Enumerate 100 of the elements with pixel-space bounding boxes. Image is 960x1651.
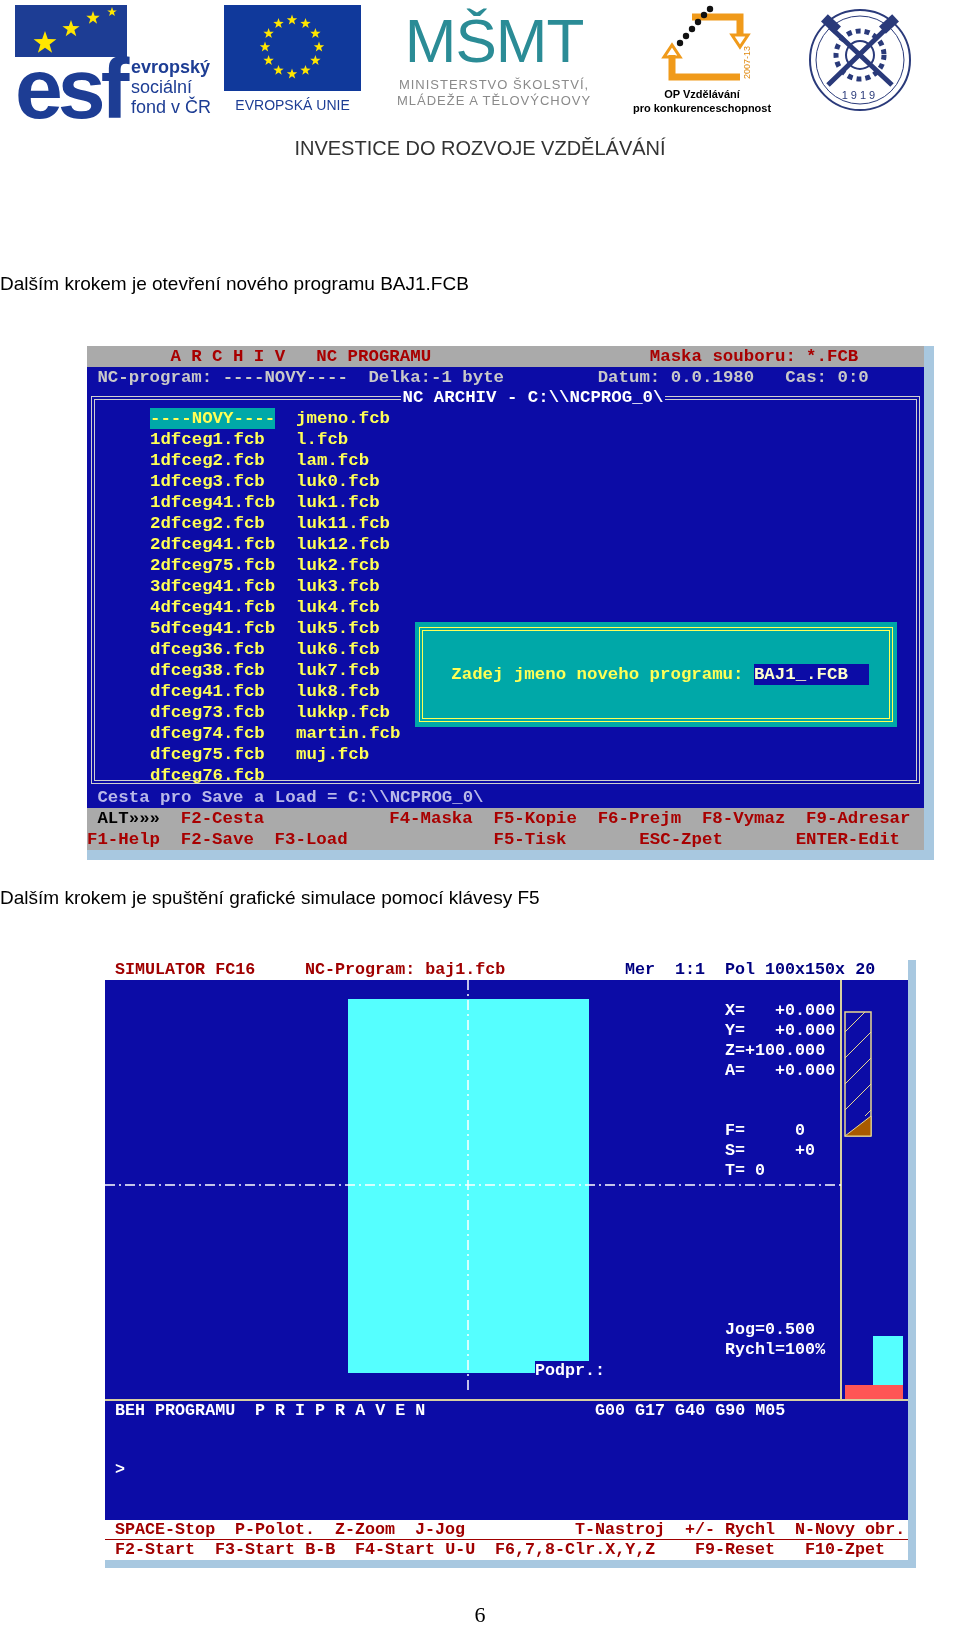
- function-key-label: F2-Save: [180, 829, 254, 850]
- name-input-field[interactable]: BAJ1_.FCB: [753, 664, 869, 685]
- function-key-label: ESC-Zpet: [639, 829, 723, 850]
- header-text: SIMULATOR FC16: [115, 960, 255, 980]
- file-item[interactable]: jmeno.fcb: [296, 408, 422, 429]
- header-text: NC-Program: baj1.fcb: [305, 960, 505, 980]
- file-item[interactable]: dfceg75.fcb: [150, 744, 276, 765]
- function-key-label: F2-Cesta: [180, 808, 265, 829]
- msmt-logo-mark: MŠMT: [404, 5, 584, 77]
- logo-text: pro konkurenceschopnost: [632, 101, 772, 115]
- file-item[interactable]: luk12.fcb: [296, 534, 422, 555]
- function-key-label: T-Nastroj: [575, 1520, 665, 1539]
- file-item[interactable]: 2dfceg2.fcb: [150, 513, 276, 534]
- header-text: 100x150x 20: [765, 960, 875, 980]
- command-prompt: >: [115, 1460, 125, 1480]
- info-text: Cas: 0:0: [785, 367, 869, 388]
- function-key-label: ENTER-Edit: [795, 829, 900, 850]
- logo-text: evropský: [131, 57, 212, 77]
- function-key-label: F5-Kopie: [493, 808, 577, 829]
- function-key-label: +/- Rychl: [685, 1520, 775, 1539]
- title-text: Maska souboru:: [649, 346, 796, 367]
- title-text: NC PROGRAMU: [316, 346, 431, 367]
- file-item[interactable]: 1dfceg41.fcb: [150, 492, 276, 513]
- title-text: A R C H I V: [170, 346, 285, 367]
- caption: Dalším krokem je otevření nového programu BAJ1.FCB: [0, 272, 470, 296]
- function-key-label: F6,7,8-Clr.X,Y,Z: [495, 1540, 655, 1560]
- function-key-label: J-Jog: [415, 1520, 465, 1539]
- caption: Dalším krokem je spuštění grafické simulace pomocí klávesy F5: [0, 886, 541, 910]
- path-text: Cesta pro Save a Load = C:\\NCPROG_0\: [97, 787, 484, 808]
- info-text: Datum: 0.0.1980: [597, 367, 754, 388]
- file-item[interactable]: martin.fcb: [296, 723, 422, 744]
- header-text: Mer: [625, 960, 655, 980]
- file-item[interactable]: dfceg36.fcb: [150, 639, 276, 660]
- file-item[interactable]: dfceg74.fcb: [150, 723, 276, 744]
- function-key-label: F2-Start: [115, 1540, 195, 1560]
- header-text: 1:1: [675, 960, 705, 980]
- file-item[interactable]: 1dfceg3.fcb: [150, 471, 276, 492]
- file-item[interactable]: luk11.fcb: [296, 513, 422, 534]
- esf-logo-mark: esf: [15, 57, 127, 119]
- status-text: BEH PROGRAMU: [115, 1401, 235, 1421]
- tagline: INVESTICE DO ROZVOJE VZDĚLÁVÁNÍ: [294, 137, 666, 160]
- file-item[interactable]: 1dfceg2.fcb: [150, 450, 276, 471]
- panel-title: NC ARCHIV - C:\\NCPROG_0\: [401, 388, 665, 408]
- machine-readout: T= 0: [725, 1161, 766, 1181]
- file-item[interactable]: 4dfceg41.fcb: [150, 597, 276, 618]
- jog-readout: Rychl=100%: [725, 1340, 826, 1360]
- emblem-year: 1919: [841, 89, 879, 101]
- logo-text: MLÁDEŽE A TĚLOVÝCHOVY: [396, 93, 592, 109]
- function-key-label: F3-Load: [274, 829, 348, 850]
- file-item[interactable]: dfceg73.fcb: [150, 702, 276, 723]
- function-key-label: N-Novy obr.: [795, 1520, 905, 1539]
- file-item[interactable]: dfceg38.fcb: [150, 660, 276, 681]
- function-key-label: F6-Prejm: [597, 808, 682, 829]
- function-key-label: Z-Zoom: [335, 1520, 395, 1539]
- function-key-label: F9-Reset: [695, 1540, 775, 1560]
- file-item[interactable]: 3dfceg41.fcb: [150, 576, 276, 597]
- file-item[interactable]: luk2.fcb: [296, 555, 422, 576]
- op-years: 2007-13: [742, 45, 753, 79]
- jog-readout: Jog=0.500: [725, 1320, 816, 1340]
- function-key-label: ALT»»»: [97, 808, 160, 829]
- file-item[interactable]: dfceg41.fcb: [150, 681, 276, 702]
- logo-text: sociální: [131, 77, 193, 97]
- info-text: Delka:-1 byte: [368, 367, 504, 388]
- function-key-label: SPACE-Stop: [115, 1520, 215, 1539]
- file-item[interactable]: 2dfceg75.fcb: [150, 555, 276, 576]
- file-item[interactable]: luk1.fcb: [296, 492, 422, 513]
- file-item[interactable]: 5dfceg41.fcb: [150, 618, 276, 639]
- machine-readout: S= +0: [725, 1141, 816, 1161]
- file-item[interactable]: luk3.fcb: [296, 576, 422, 597]
- page-number: 6: [474, 1602, 486, 1627]
- file-item[interactable]: luk0.fcb: [296, 471, 422, 492]
- file-item[interactable]: 1dfceg1.fcb: [150, 429, 276, 450]
- logo-text: OP Vzdělávání: [664, 87, 740, 101]
- function-key-label: F3-Start B-B: [215, 1540, 335, 1560]
- logo-text: fond v ČR: [131, 97, 212, 117]
- coordinate-readout: X= +0.000: [725, 1001, 836, 1021]
- logo-text: EVROPSKÁ UNIE: [235, 97, 350, 113]
- file-item[interactable]: muj.fcb: [296, 744, 422, 765]
- function-key-label: F9-Adresar: [806, 808, 911, 829]
- file-item[interactable]: 2dfceg41.fcb: [150, 534, 276, 555]
- dialog-prompt: Zadej jmeno noveho programu:: [451, 665, 744, 684]
- status-text: G00 G17 G40 G90 M05: [595, 1401, 785, 1421]
- function-key-label: P-Polot.: [235, 1520, 315, 1539]
- coordinate-readout: A= +0.000: [725, 1061, 836, 1081]
- file-item[interactable]: l.fcb: [296, 429, 422, 450]
- function-key-label: F5-Tisk: [493, 829, 567, 850]
- function-key-label: F1-Help: [87, 829, 160, 850]
- function-key-label: F10-Zpet: [805, 1540, 885, 1560]
- info-text: NC-program: ----NOVY----: [97, 367, 348, 388]
- function-key-label: F8-Vymaz: [701, 808, 786, 829]
- stock-block: [873, 1336, 903, 1385]
- coordinate-readout: Y= +0.000: [725, 1021, 836, 1041]
- title-text: *.FCB: [806, 346, 859, 367]
- logo-text: MINISTERSTVO ŠKOLSTVÍ,: [398, 77, 590, 93]
- header-text: Pol: [725, 960, 755, 980]
- function-key-label: F4-Maska: [389, 808, 473, 829]
- status-text: P R I P R A V E N: [255, 1401, 425, 1421]
- file-item[interactable]: luk4.fcb: [296, 597, 422, 618]
- base-bar: [845, 1385, 903, 1399]
- file-item[interactable]: lam.fcb: [296, 450, 422, 471]
